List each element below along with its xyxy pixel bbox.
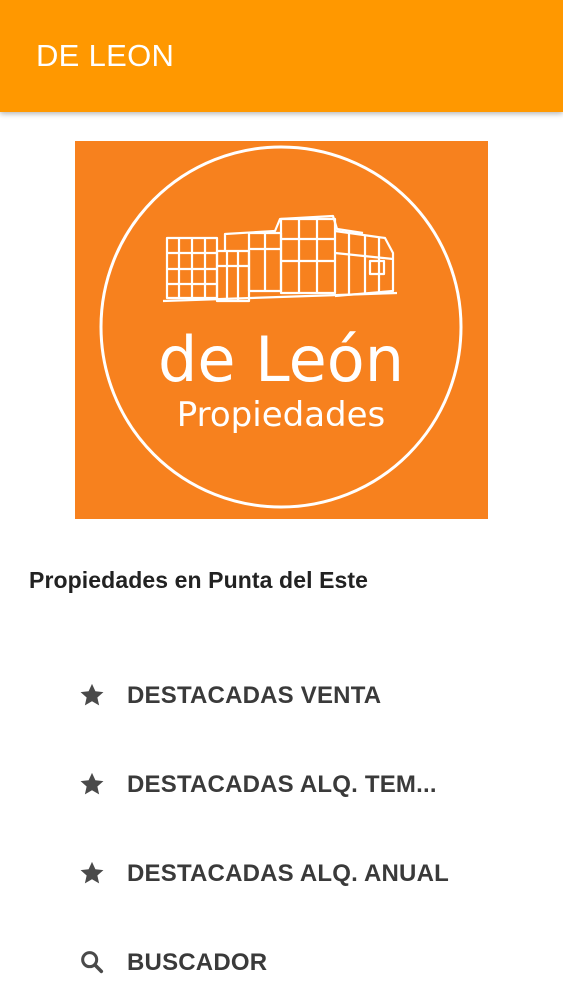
menu-item-buscador[interactable]: BUSCADOR — [0, 922, 563, 1006]
logo-graphic: de León Propiedades — [99, 145, 463, 509]
logo-text-main: de León — [158, 323, 404, 396]
menu-item-label: DESTACADAS ALQ. ANUAL — [127, 860, 449, 887]
building-icon — [162, 214, 398, 303]
app-title: DE LEON — [36, 38, 175, 73]
star-icon — [80, 772, 104, 795]
menu-item-destacadas-venta[interactable]: DESTACADAS VENTA — [0, 655, 563, 739]
star-icon — [80, 861, 104, 884]
search-icon — [81, 951, 104, 974]
company-logo: de León Propiedades — [75, 141, 488, 519]
star-icon — [80, 683, 104, 706]
menu-item-destacadas-alq-anual[interactable]: DESTACADAS ALQ. ANUAL — [0, 833, 563, 917]
menu-item-destacadas-alq-temporada[interactable]: DESTACADAS ALQ. TEM... — [0, 744, 563, 828]
app-bar: DE LEON — [0, 0, 563, 112]
menu-item-label: DESTACADAS ALQ. TEM... — [127, 771, 437, 798]
page-subtitle: Propiedades en Punta del Este — [29, 567, 369, 593]
menu-item-label: BUSCADOR — [127, 949, 268, 976]
menu-item-label: DESTACADAS VENTA — [127, 682, 382, 709]
logo-text-sub: Propiedades — [177, 395, 386, 435]
